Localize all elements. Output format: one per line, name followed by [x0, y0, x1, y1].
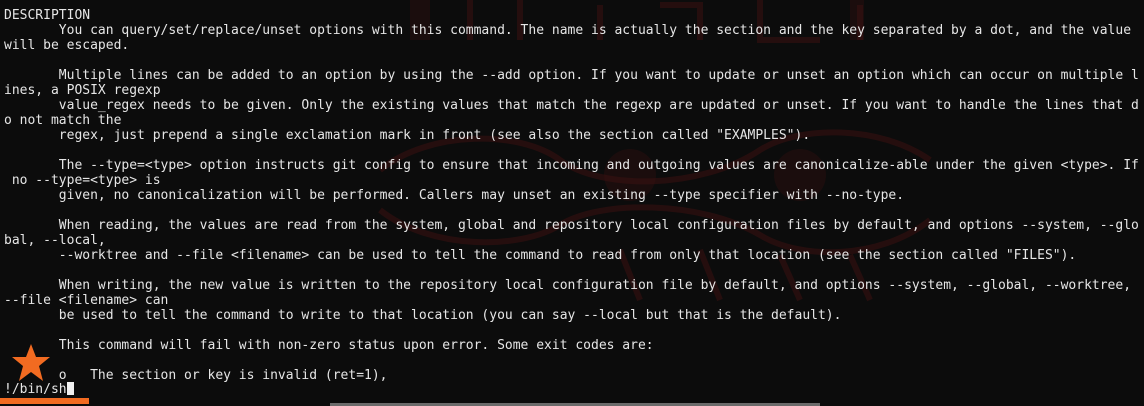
text-line: --file <filename> can	[4, 293, 169, 308]
text-line: given, no canonicalization will be perfo…	[4, 188, 905, 203]
text-line: Multiple lines can be added to an option…	[4, 68, 1139, 83]
prompt-text: !/bin/sh	[4, 382, 67, 397]
star-icon	[12, 344, 50, 381]
text-line: regex, just prepend a single exclamation…	[4, 128, 811, 143]
text-line: be used to tell the command to write to …	[4, 308, 842, 323]
man-page-output: DESCRIPTION You can query/set/replace/un…	[4, 8, 1142, 383]
text-line: bal, --local,	[4, 233, 106, 248]
text-line: o not match the	[4, 113, 122, 128]
text-line: When reading, the values are read from t…	[4, 218, 1139, 233]
text-line: o The section or key is invalid (ret=1),	[4, 368, 388, 383]
shell-prompt[interactable]: !/bin/sh	[4, 382, 74, 397]
text-line: You can query/set/replace/unset options …	[4, 23, 1132, 38]
text-line: DESCRIPTION	[4, 8, 91, 23]
text-line: ines, a POSIX regexp	[4, 83, 161, 98]
terminal-window[interactable]: DESCRIPTION You can query/set/replace/un…	[0, 0, 1144, 406]
text-line: --worktree and --file <filename> can be …	[4, 248, 1077, 263]
block-cursor	[66, 382, 74, 395]
text-line: When writing, the new value is written t…	[4, 278, 1132, 293]
accent-bar	[0, 398, 89, 404]
text-line: will be escaped.	[4, 38, 130, 53]
text-line: value_regex needs to be given. Only the …	[4, 98, 1139, 113]
text-line: no --type=<type> is	[4, 173, 161, 188]
text-line: The --type=<type> option instructs git c…	[4, 158, 1139, 173]
text-line: This command will fail with non-zero sta…	[4, 338, 654, 353]
